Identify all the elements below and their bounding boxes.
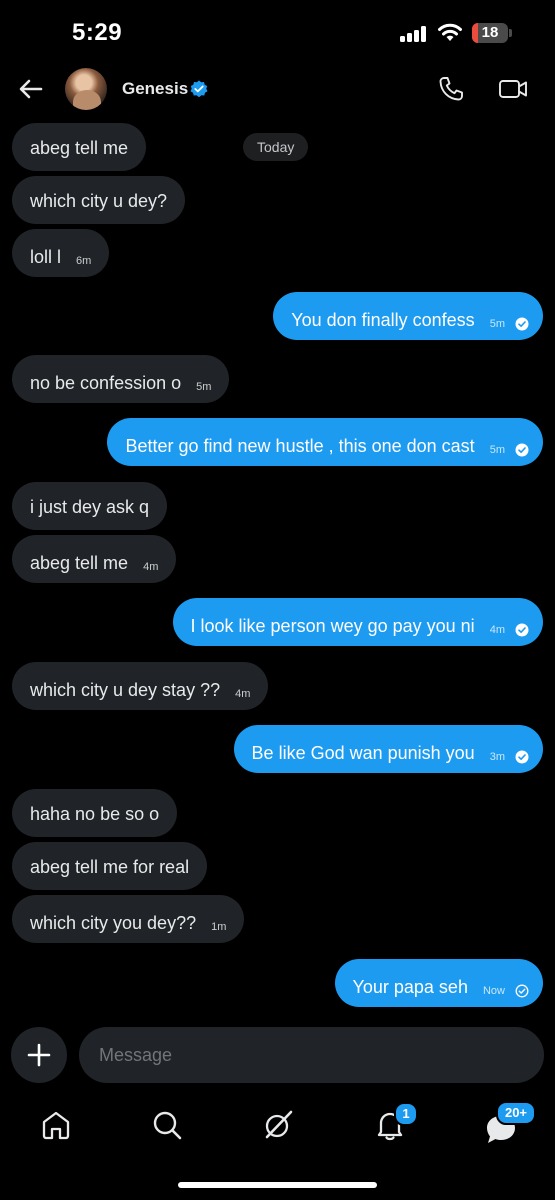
- message-text: abeg tell me: [30, 553, 129, 573]
- message-text: Your papa seh: [352, 977, 468, 997]
- incoming-message[interactable]: abeg tell me for real: [12, 842, 208, 890]
- incoming-message[interactable]: abeg tell me 4m: [12, 535, 177, 583]
- message-timestamp: 4m: [489, 624, 505, 636]
- outgoing-message[interactable]: Better go find new hustle , this one don…: [107, 418, 543, 466]
- outgoing-message[interactable]: Be like God wan punish you 3m: [233, 725, 543, 773]
- back-arrow-icon[interactable]: [14, 72, 48, 106]
- grok-icon[interactable]: [261, 1108, 295, 1142]
- message-input[interactable]: [79, 1027, 544, 1083]
- search-icon[interactable]: [150, 1108, 184, 1142]
- message-text: which city you dey??: [30, 913, 197, 933]
- date-separator: Today: [243, 133, 309, 161]
- message-text: abeg tell me for real: [30, 857, 190, 878]
- add-attachment-button[interactable]: [11, 1027, 67, 1083]
- message-text: Be like God wan punish you: [251, 743, 475, 763]
- battery-indicator: 18: [472, 23, 512, 43]
- contact-avatar[interactable]: [65, 68, 107, 110]
- message-timestamp: 4m: [235, 688, 251, 700]
- message-timestamp: 5m: [489, 318, 505, 330]
- contact-name[interactable]: Genesis: [122, 79, 188, 99]
- plus-icon: [27, 1043, 51, 1067]
- message-text: which city u dey?: [30, 191, 168, 212]
- message-text: i just dey ask q: [30, 497, 150, 518]
- message-composer: [0, 1026, 555, 1084]
- message-text: no be confession o: [30, 373, 182, 393]
- message-timestamp: 1m: [211, 921, 227, 933]
- video-call-icon[interactable]: [497, 74, 529, 104]
- outgoing-message[interactable]: Your papa seh Now: [334, 959, 543, 1007]
- cellular-signal-icon: [400, 26, 428, 42]
- read-receipt-icon: [515, 443, 529, 457]
- message-text: I look like person wey go pay you ni: [190, 616, 475, 636]
- read-receipt-icon: [515, 750, 529, 764]
- incoming-message[interactable]: which city u dey stay ?? 4m: [12, 662, 269, 710]
- message-timestamp: 6m: [76, 255, 92, 267]
- message-text: You don finally confess: [291, 310, 475, 330]
- wifi-icon: [438, 23, 462, 41]
- message-thread[interactable]: Today abeg tell me which city u dey? lol…: [0, 118, 555, 1018]
- message-timestamp: 3m: [489, 751, 505, 763]
- home-indicator: [178, 1182, 377, 1188]
- incoming-message[interactable]: abeg tell me: [12, 123, 147, 171]
- read-receipt-icon: [515, 317, 529, 331]
- bottom-navigation: 1 20+: [0, 1096, 555, 1156]
- incoming-message[interactable]: no be confession o 5m: [12, 355, 230, 403]
- message-timestamp: 5m: [489, 444, 505, 456]
- message-timestamp: 4m: [143, 561, 159, 573]
- message-timestamp: 5m: [196, 381, 212, 393]
- incoming-message[interactable]: i just dey ask q: [12, 482, 168, 530]
- message-text: loll l: [30, 247, 62, 267]
- status-time: 5:29: [72, 19, 123, 46]
- phone-call-icon[interactable]: [436, 74, 466, 104]
- outgoing-message[interactable]: I look like person wey go pay you ni 4m: [172, 598, 543, 646]
- notifications-badge: 1: [394, 1102, 418, 1126]
- message-text: haha no be so o: [30, 804, 160, 825]
- read-receipt-icon: [515, 623, 529, 637]
- message-text: Better go find new hustle , this one don…: [125, 436, 475, 456]
- message-text: which city u dey stay ??: [30, 680, 221, 700]
- verified-badge-icon: [190, 80, 208, 98]
- message-text: abeg tell me: [30, 138, 129, 159]
- message-timestamp: Now: [482, 985, 505, 997]
- battery-percentage: 18: [481, 24, 499, 41]
- incoming-message[interactable]: which city you dey?? 1m: [12, 895, 245, 943]
- incoming-message[interactable]: loll l 6m: [12, 229, 110, 277]
- conversation-header: Genesis: [0, 62, 555, 118]
- outgoing-message[interactable]: You don finally confess 5m: [273, 292, 543, 340]
- incoming-message[interactable]: haha no be so o: [12, 789, 178, 837]
- home-icon[interactable]: [39, 1108, 73, 1142]
- messages-badge: 20+: [496, 1101, 536, 1125]
- status-bar: 5:29 18: [0, 0, 555, 62]
- sent-receipt-icon: [515, 984, 529, 998]
- incoming-message[interactable]: which city u dey?: [12, 176, 186, 224]
